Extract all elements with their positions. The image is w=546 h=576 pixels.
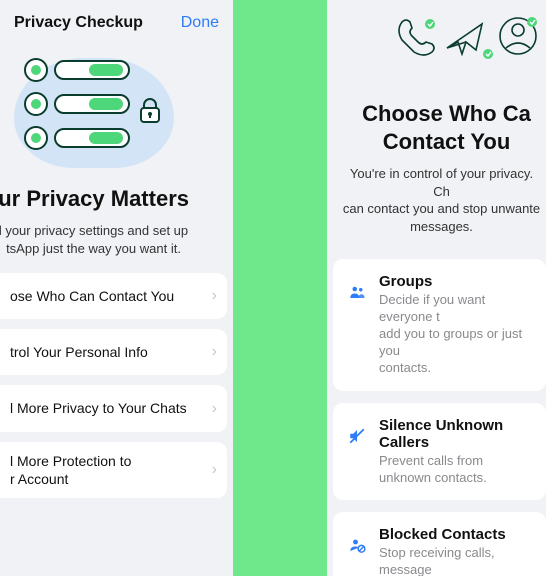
card-label: l More Protection tor Account <box>10 452 131 488</box>
card-label: l More Privacy to Your Chats <box>10 399 187 417</box>
contact-illustration <box>327 0 546 74</box>
lock-icon <box>138 98 162 124</box>
section-subtitle: You're in control of your privacy. Chcan… <box>327 165 546 235</box>
item-silence-callers[interactable]: Silence Unknown Callers Prevent calls fr… <box>333 403 546 501</box>
item-desc: Decide if you want everyone tadd you to … <box>379 292 536 376</box>
toggle-indicator-icon <box>24 126 48 150</box>
chevron-right-icon: › <box>212 400 217 418</box>
hero-illustration <box>10 50 180 170</box>
item-groups[interactable]: Groups Decide if you want everyone tadd … <box>333 259 546 390</box>
toggle-icon <box>54 128 130 148</box>
silence-icon <box>347 427 367 445</box>
toggle-icon <box>54 94 130 114</box>
done-button[interactable]: Done <box>181 14 219 32</box>
toggle-icon <box>54 60 130 80</box>
toggle-indicator-icon <box>24 92 48 116</box>
item-desc: Prevent calls fromunknown contacts. <box>379 453 536 487</box>
blocked-icon <box>347 536 367 554</box>
item-title: Blocked Contacts <box>379 526 536 543</box>
toggle-indicator-icon <box>24 58 48 82</box>
item-blocked-contacts[interactable]: Blocked Contacts Stop receiving calls, m… <box>333 512 546 576</box>
card-chat-privacy[interactable]: l More Privacy to Your Chats › <box>0 385 227 431</box>
groups-icon <box>347 283 367 301</box>
item-desc: Stop receiving calls, messageand status … <box>379 545 536 576</box>
nav-header: Privacy Checkup Done <box>0 0 233 42</box>
item-title: Groups <box>379 273 536 290</box>
card-label: ose Who Can Contact You <box>10 287 174 305</box>
chevron-right-icon: › <box>212 287 217 305</box>
hero-title: ur Privacy Matters <box>0 186 233 212</box>
chevron-right-icon: › <box>212 343 217 361</box>
card-account-protection[interactable]: l More Protection tor Account › <box>0 442 227 498</box>
page-title: Privacy Checkup <box>14 14 143 32</box>
item-title: Silence Unknown Callers <box>379 417 536 451</box>
section-title: Choose Who CaContact You <box>327 100 546 155</box>
card-label: trol Your Personal Info <box>10 343 148 361</box>
hero-subtitle: l your privacy settings and set uptsApp … <box>0 222 233 257</box>
card-personal-info[interactable]: trol Your Personal Info › <box>0 329 227 375</box>
card-contact[interactable]: ose Who Can Contact You › <box>0 273 227 319</box>
chevron-right-icon: › <box>212 461 217 479</box>
